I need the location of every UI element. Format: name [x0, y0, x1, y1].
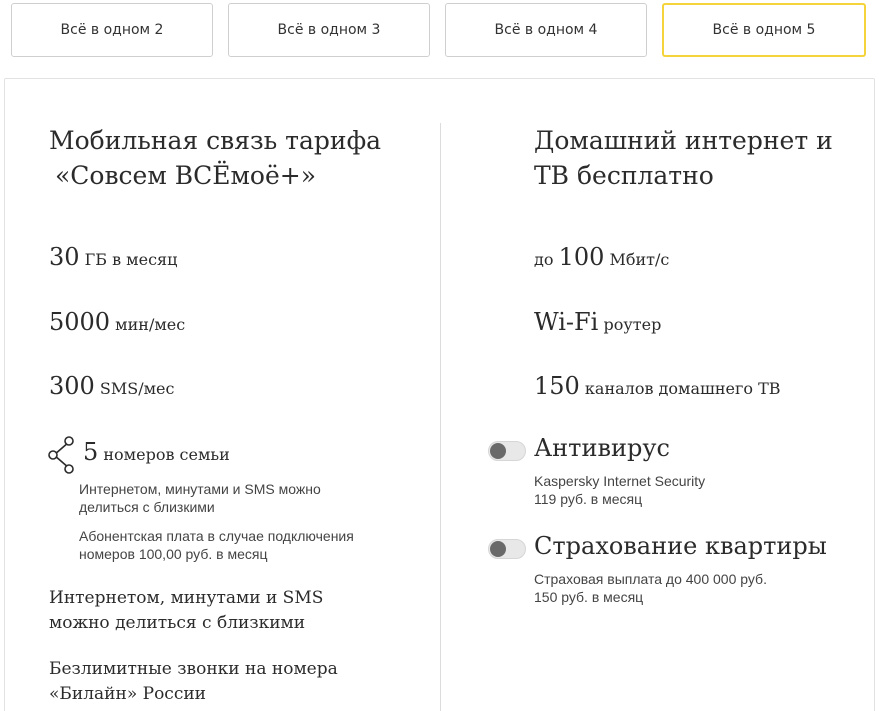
tv-unit: каналов домашнего ТВ	[584, 379, 781, 398]
unlimited-calls: Безлимитные звонки на номера «Билайн» Ро…	[49, 657, 338, 707]
sharing-description: Интернетом, минутами и SMS можно делитьс…	[49, 586, 323, 636]
unlimited-calls-line1: Безлимитные звонки на номера	[49, 659, 338, 679]
tv-channels: 150 каналов домашнего ТВ	[534, 372, 781, 400]
family-note-sharing: Интернетом, минутами и SMS можно делитьс…	[79, 480, 321, 516]
share-icon	[48, 436, 74, 474]
family-note-sharing-line2: делиться с близкими	[79, 499, 215, 515]
family-unit: номеров семьи	[103, 445, 230, 464]
insurance-toggle[interactable]	[488, 539, 526, 559]
tv-amount: 150	[534, 372, 580, 400]
antivirus-title-text: Антивирус	[534, 434, 670, 462]
insurance-title: Страхование квартиры	[534, 532, 827, 560]
wifi-router: Wi-Fi роутер	[534, 308, 661, 336]
data-allowance: 30 ГБ в месяц	[49, 243, 177, 271]
home-internet-heading: Домашний интернет и ТВ бесплатно	[534, 123, 833, 193]
tab-all-in-one-2[interactable]: Всё в одном 2	[11, 3, 213, 57]
sms-unit: SMS/мес	[99, 379, 175, 398]
sms-allowance: 300 SMS/мес	[49, 372, 174, 400]
speed-prefix: до	[534, 250, 554, 269]
antivirus-price: 119 руб. в месяц	[534, 491, 643, 507]
antivirus-toggle[interactable]	[488, 441, 526, 461]
wifi-unit: роутер	[603, 315, 662, 334]
mobile-heading-line2: «Совсем ВСЁмоё+»	[55, 161, 317, 190]
family-note-fee-line2: номеров 100,00 руб. в месяц	[79, 546, 268, 562]
family-numbers: 5 номеров семьи	[83, 438, 230, 466]
home-internet-heading-line2: ТВ бесплатно	[534, 161, 714, 190]
home-internet-heading-line1: Домашний интернет и	[534, 126, 833, 155]
wifi-label: Wi-Fi	[534, 308, 599, 336]
insurance-toggle-knob	[490, 541, 506, 557]
tab-all-in-one-4[interactable]: Всё в одном 4	[445, 3, 647, 57]
tariff-details-panel: Мобильная связь тарифа «Совсем ВСЁмоё+» …	[4, 78, 875, 711]
unlimited-calls-line2: «Билайн» России	[49, 684, 207, 704]
tab-all-in-one-5[interactable]: Всё в одном 5	[662, 3, 866, 57]
sharing-description-line1: Интернетом, минутами и SMS	[49, 588, 324, 608]
mobile-heading: Мобильная связь тарифа «Совсем ВСЁмоё+»	[49, 123, 381, 193]
data-amount: 30	[49, 243, 80, 271]
data-unit: ГБ в месяц	[84, 250, 178, 269]
minutes-amount: 5000	[49, 308, 111, 336]
insurance-price: 150 руб. в месяц	[534, 589, 644, 605]
antivirus-toggle-knob	[490, 443, 506, 459]
internet-speed: до 100 Мбит/с	[534, 243, 669, 271]
family-note-fee-line1: Абонентская плата в случае подключения	[79, 528, 354, 544]
sharing-description-line2: можно делиться с близкими	[49, 613, 306, 633]
insurance-title-text: Страхование квартиры	[534, 532, 827, 560]
antivirus-title: Антивирус	[534, 434, 670, 462]
insurance-payout: Страховая выплата до 400 000 руб.	[534, 571, 767, 587]
insurance-details: Страховая выплата до 400 000 руб. 150 ру…	[534, 570, 767, 606]
family-note-sharing-line1: Интернетом, минутами и SMS можно	[79, 481, 321, 497]
minutes-allowance: 5000 мин/мес	[49, 308, 185, 336]
antivirus-details: Kaspersky Internet Security 119 руб. в м…	[534, 472, 705, 508]
tab-all-in-one-3[interactable]: Всё в одном 3	[228, 3, 430, 57]
speed-unit: Мбит/с	[609, 250, 670, 269]
family-amount: 5	[83, 438, 99, 466]
speed-amount: 100	[558, 243, 605, 271]
family-note-fee: Абонентская плата в случае подключения н…	[79, 527, 354, 563]
mobile-heading-line1: Мобильная связь тарифа	[49, 126, 382, 155]
column-divider	[440, 123, 441, 711]
antivirus-product: Kaspersky Internet Security	[534, 473, 706, 489]
minutes-unit: мин/мес	[115, 315, 186, 334]
sms-amount: 300	[49, 372, 95, 400]
tariff-tabs: Всё в одном 2 Всё в одном 3 Всё в одном …	[0, 0, 879, 60]
